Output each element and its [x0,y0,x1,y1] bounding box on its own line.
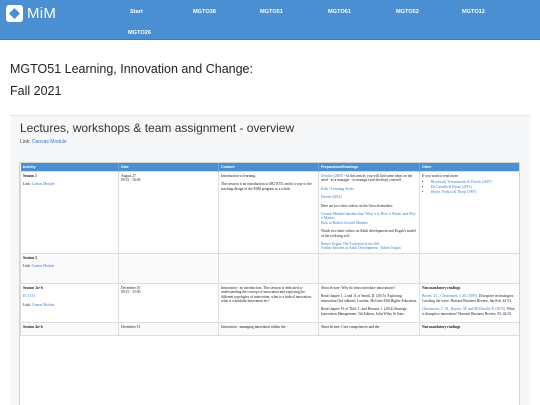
schedule-table: Activity Date Content Preparation/Readin… [20,163,519,337]
content-cell: Innovation - an introduction. This sessi… [218,282,319,323]
header-content: Content [218,163,319,172]
reading-link[interactable]: Drucker (2005) [321,174,343,178]
nav-mgto12[interactable]: MGTO12 [462,9,485,15]
table-row: Session 3a+b ECI 131 Link: Canvas Module… [20,282,519,323]
prep-cell: Drucker (2005) - In this article, you wi… [318,171,420,254]
header-prep: Preparation/Readings [318,163,420,172]
session-time: 09:15 - 15:00 [121,290,141,295]
other-cell: Non mandatory readings [419,321,519,337]
reading-link[interactable]: Kolb's Learning Styles [321,187,354,191]
table-row: Session 2 Link: Canvas Module [20,252,519,284]
further-reading-link[interactable]: Blackwell, Trzesniewski & Dweck (2007) [431,180,492,184]
date-cell [118,252,219,284]
table-header-row: Activity Date Content Preparation/Readin… [20,163,519,172]
reading-text: Read chapter 1, 2 and 11 of Smith, D. (2… [321,294,418,303]
schedule-table-container: Activity Date Content Preparation/Readin… [20,163,519,405]
prep-cell: Short lecture: Why do firms introduce in… [318,282,420,323]
logo-text: MiM [27,4,57,22]
nav-mgto38[interactable]: MGTO38 [193,9,216,15]
activity-cell: Session 3a+b ECI 131 Link: Canvas Module [20,282,119,323]
date-cell: December 10 09:15 - 15:00 [118,282,219,323]
video-link[interactable]: Robert Kegan: The Evolution of the Self [321,242,379,246]
session-title: Session 2 [23,255,37,260]
canvas-module-link[interactable]: Canvas Module [32,139,67,145]
course-title: MGTO51 Learning, Innovation and Change: [10,62,253,76]
link-label: Link: [23,302,31,307]
nav-mgto26[interactable]: MGTO26 [128,30,151,36]
nav-mgto51[interactable]: MGTO51 [260,9,283,15]
room-link[interactable]: ECI 131 [23,294,35,298]
activity-cell: Session 4a+b [20,321,119,337]
other-cell: If you want to read more: Blackwell, Trz… [419,171,519,254]
other-cell: Non mandatory readings Bower, J.L., Chri… [419,282,519,323]
term-title: Fall 2021 [10,84,62,98]
nav-mgto61[interactable]: MGTO61 [328,9,351,15]
content-text: Innovation - managing innovation within … [221,324,286,329]
prep-cell [318,252,420,284]
content-text: Introduction to learning. [221,174,257,178]
reading-text: Here are two short videos on the Growth … [321,203,393,208]
reading-text: Watch two short videos on Adult developm… [321,229,416,238]
session-date: December 15 [121,324,141,329]
other-cell [419,252,519,284]
overview-link-line: Link: Canvas Module [20,139,67,145]
session-title: Session 4a+b [23,324,43,329]
logo[interactable]: MiM [6,3,88,23]
nav-start[interactable]: Start [130,9,143,15]
session-time: 09:15 - 16:00 [121,178,141,183]
canvas-module-link[interactable]: Canvas Module [32,182,55,186]
session-title: Session 1 [23,174,37,178]
activity-cell: Session 2 Link: Canvas Module [20,252,119,284]
link-label: Link: [23,182,31,187]
activity-cell: Session 1 Link: Canvas Module [20,171,119,254]
content-text: Innovation - an introduction. This sessi… [221,285,312,304]
link-label: Link: [20,139,31,145]
further-reading-list: Blackwell, Trzesniewski & Dweck (2007) D… [431,180,517,194]
canvas-module-link[interactable]: Canvas Module [32,303,55,307]
nav-mgto52[interactable]: MGTO52 [396,9,419,15]
session-title: Session 3a+b [23,285,43,290]
further-reading-link[interactable]: Bower, J.L., Christensen, C.M. (1995). [422,294,478,298]
table-row: Session 4a+b December 15 Innovation - ma… [20,321,519,337]
reading-text: Short lecture: Why do firms introduce in… [321,285,395,290]
table-row: Session 1 Link: Canvas Module August 27 … [20,171,519,254]
video-link[interactable]: How to Build a Growth Mindset [321,221,368,225]
video-link[interactable]: Growth Mindset Introduction: What it is,… [321,212,416,220]
reading-text: Short lecture: Core competences and the [321,324,380,329]
header-activity: Activity [20,163,119,172]
header-date: Date [118,163,219,172]
section-title: Lectures, workshops & team assignment - … [20,121,295,135]
prep-cell: Short lecture: Core competences and the [318,321,420,337]
logo-icon [6,4,23,22]
further-reading-link[interactable]: Hoyes, Pavlica & Thorp (1997) [431,190,476,194]
reading-text: Read chapter 19 of Tidd, J., and Bessant… [321,307,408,316]
reading-link[interactable]: Dweck (2014) [321,195,342,199]
date-cell: August 27 09:15 - 16:00 [118,171,219,254]
content-cell: Innovation - managing innovation within … [218,321,319,337]
date-cell: December 15 [118,321,219,337]
other-intro: Non mandatory readings [422,285,461,290]
top-nav: MiM Start MGTO38 MGTO51 MGTO61 MGTO52 MG… [0,0,540,40]
content-cell: Introduction to learning. This session i… [218,171,319,254]
header-other: Other [419,163,519,172]
further-reading-link[interactable]: Christensen, C. M., Raynor, M. and McDon… [422,307,506,311]
other-intro: If you want to read more: [422,174,459,178]
content-text: This session is an introduction to MGTO5… [221,182,312,191]
video-link[interactable]: Further Reaches of Adult Development - R… [321,246,401,250]
further-reading-link[interactable]: De Castella & Byrne (2015) [431,185,472,189]
canvas-module-link[interactable]: Canvas Module [32,264,55,268]
other-intro: Non mandatory readings [422,324,461,329]
content-cell [218,252,319,284]
link-label: Link: [23,264,31,269]
